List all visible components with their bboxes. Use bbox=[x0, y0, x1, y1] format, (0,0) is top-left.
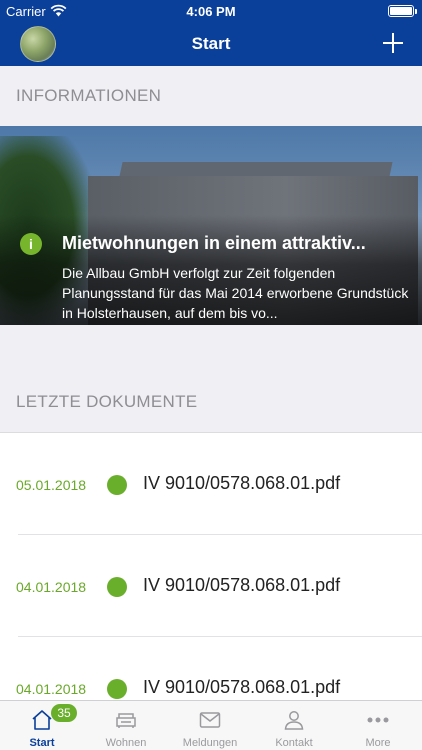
document-name: IV 9010/0578.068.01.pdf bbox=[143, 575, 341, 595]
tab-label: More bbox=[365, 737, 391, 749]
document-name: IV 9010/0578.068.01.pdf bbox=[143, 677, 341, 697]
notification-badge: 35 bbox=[51, 704, 77, 722]
document-date: 04.01.2018 bbox=[16, 681, 87, 697]
tab-bar: 35 Start Wohnen Meldungen Kontakt More bbox=[0, 700, 422, 750]
tab-wohnen[interactable]: Wohnen bbox=[84, 701, 168, 750]
document-row[interactable]: 05.01.2018 IV 9010/0578.068.01.pdf bbox=[0, 433, 422, 535]
news-title: Mietwohnungen in einem attraktiv... bbox=[62, 233, 366, 253]
add-button[interactable] bbox=[382, 32, 404, 54]
document-row[interactable]: 04.01.2018 IV 9010/0578.068.01.pdf bbox=[0, 535, 422, 637]
person-icon bbox=[284, 711, 304, 730]
status-dot-icon bbox=[107, 577, 127, 597]
status-bar: Carrier 4:06 PM bbox=[0, 0, 422, 22]
tab-label: Kontakt bbox=[275, 737, 313, 749]
tab-kontakt[interactable]: Kontakt bbox=[252, 701, 336, 750]
news-card[interactable]: i Mietwohnungen in einem attraktiv... Di… bbox=[0, 126, 422, 325]
section-title-informationen: INFORMATIONEN bbox=[16, 86, 162, 105]
mail-icon bbox=[199, 712, 221, 728]
top-header: Carrier 4:06 PM Start bbox=[0, 0, 422, 66]
document-row[interactable]: 04.01.2018 IV 9010/0578.068.01.pdf bbox=[0, 637, 422, 700]
document-list: 05.01.2018 IV 9010/0578.068.01.pdf 04.01… bbox=[0, 432, 422, 700]
status-dot-icon bbox=[107, 679, 127, 699]
tab-more[interactable]: More bbox=[336, 701, 420, 750]
tab-label: Wohnen bbox=[105, 737, 147, 749]
status-time: 4:06 PM bbox=[186, 4, 236, 19]
document-date: 04.01.2018 bbox=[16, 579, 87, 595]
news-text: Die Allbau GmbH verfolgt zur Zeit folgen… bbox=[62, 265, 409, 321]
page-title: Start bbox=[191, 34, 231, 53]
tab-start[interactable]: 35 Start bbox=[0, 701, 84, 750]
tab-label: Start bbox=[29, 737, 55, 749]
sofa-icon bbox=[116, 713, 136, 728]
battery-icon bbox=[388, 5, 417, 17]
tab-meldungen[interactable]: Meldungen bbox=[168, 701, 252, 750]
document-date: 05.01.2018 bbox=[16, 477, 87, 493]
document-name: IV 9010/0578.068.01.pdf bbox=[143, 473, 341, 493]
more-icon bbox=[367, 717, 389, 723]
section-title-dokumente: LETZTE DOKUMENTE bbox=[16, 392, 198, 411]
status-dot-icon bbox=[107, 475, 127, 495]
tab-label: Meldungen bbox=[182, 737, 238, 749]
info-icon: i bbox=[20, 233, 42, 255]
